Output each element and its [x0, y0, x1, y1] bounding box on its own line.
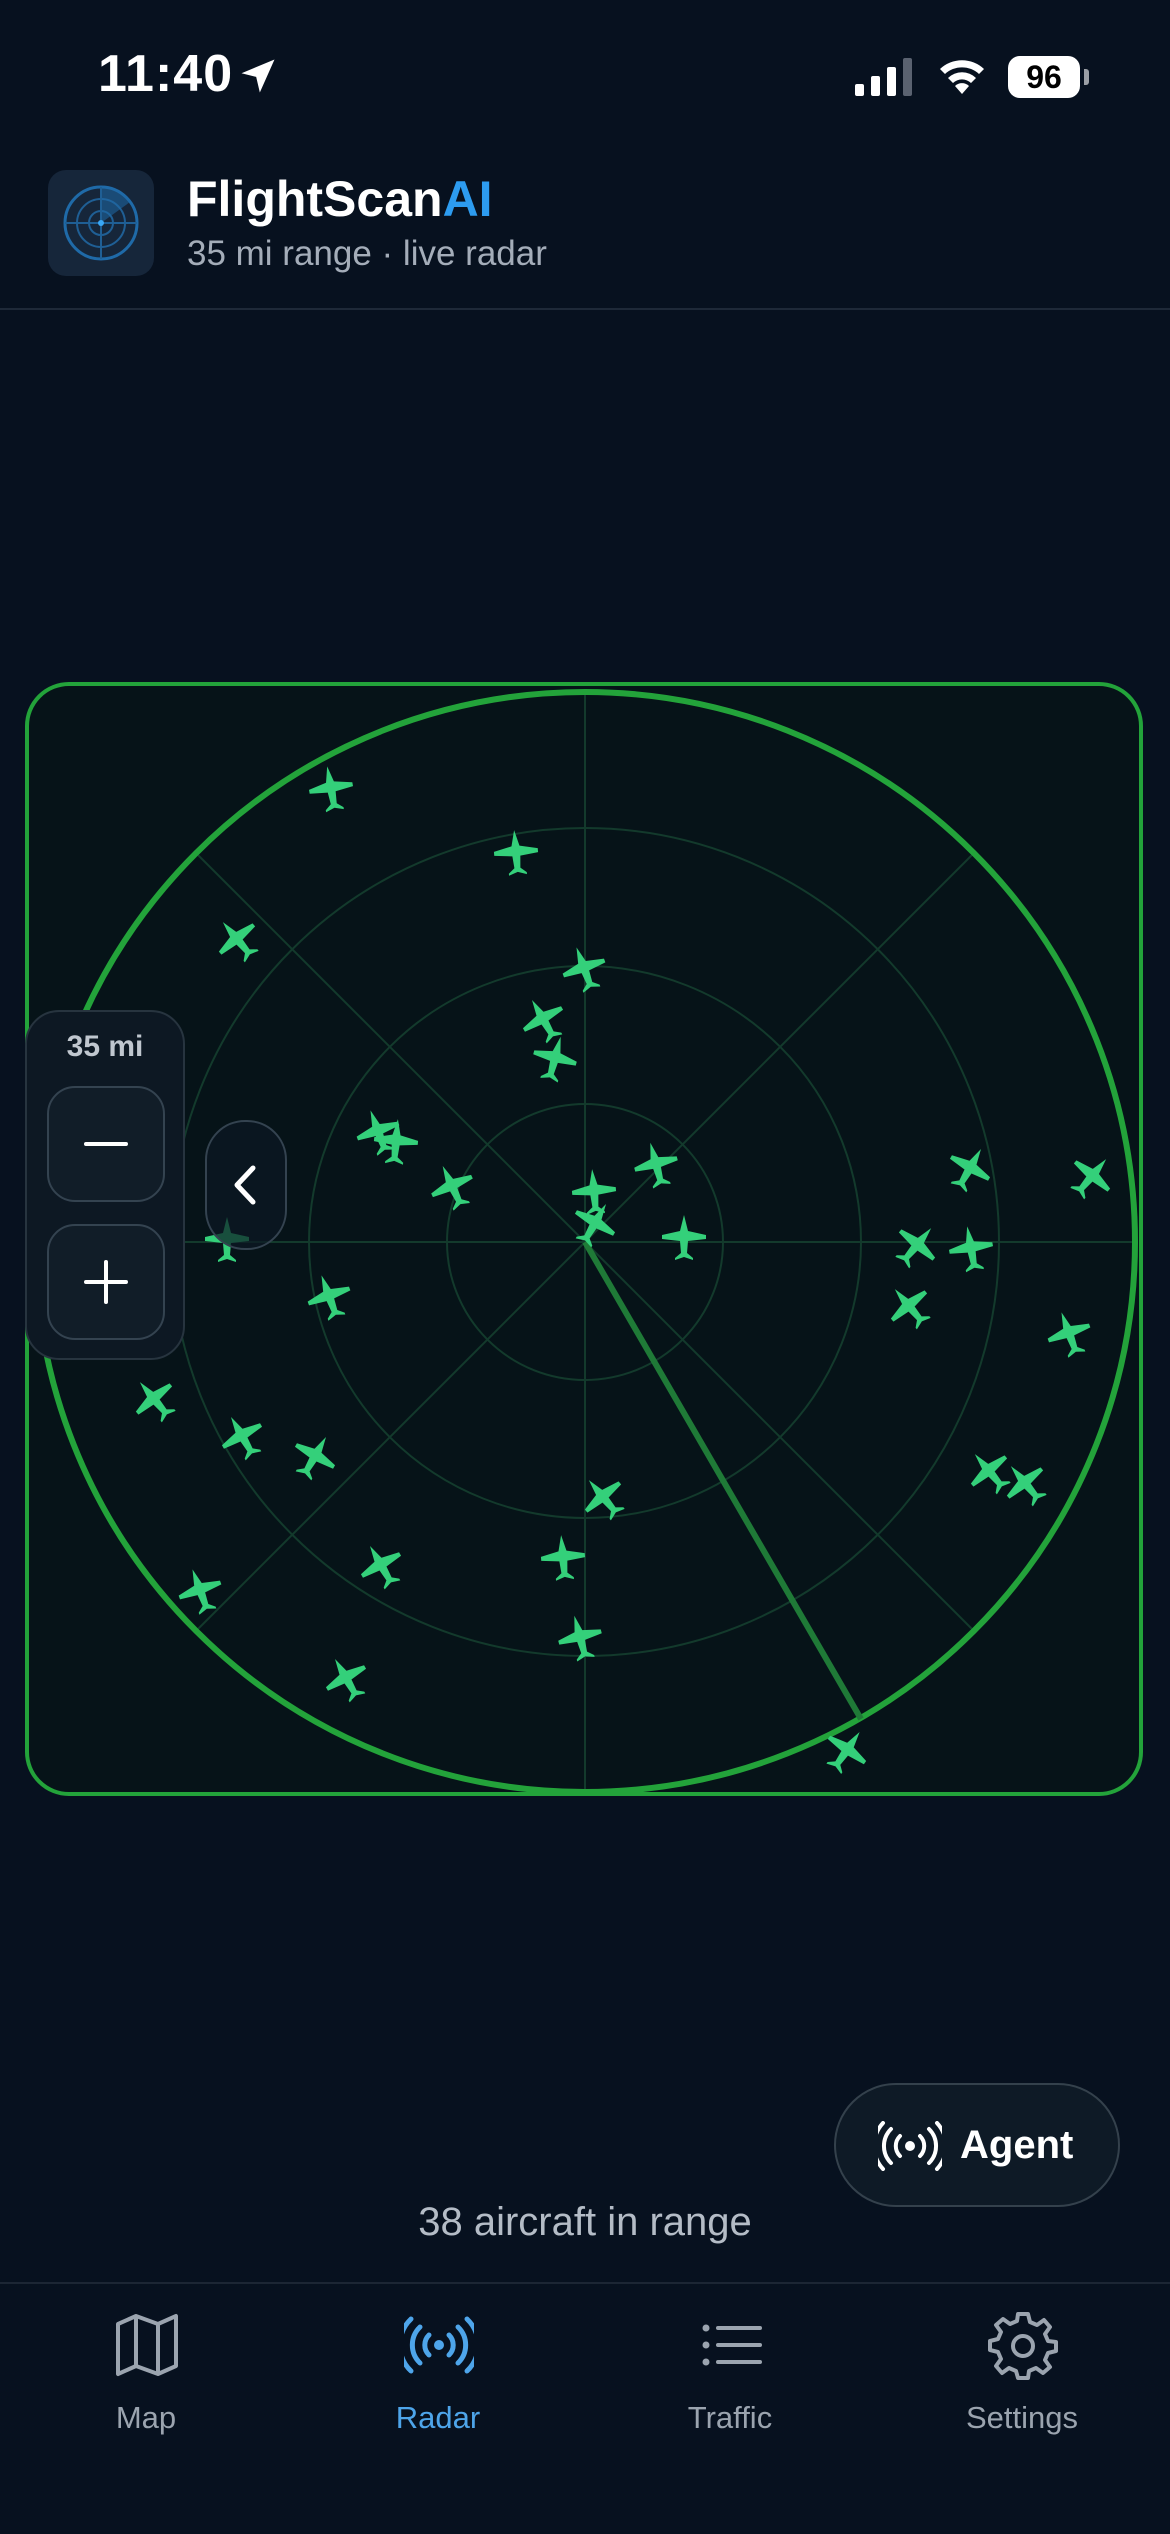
- app-subtitle: 35 mi range · live radar: [187, 234, 547, 273]
- tab-settings[interactable]: Settings: [876, 2304, 1168, 2444]
- battery-nub: [1084, 69, 1089, 85]
- battery-indicator: 96: [1008, 56, 1090, 98]
- aircraft-icon[interactable]: [939, 1138, 1000, 1199]
- zoom-in-button[interactable]: [47, 1224, 165, 1340]
- tab-traffic[interactable]: Traffic: [584, 2304, 876, 2444]
- aircraft-icon[interactable]: [946, 1223, 997, 1275]
- aircraft-icon[interactable]: [878, 1275, 941, 1338]
- aircraft-icon[interactable]: [1060, 1145, 1123, 1208]
- cellular-signal-icon: [855, 58, 912, 96]
- aircraft-icon[interactable]: [306, 763, 357, 815]
- app-title-accent: AI: [442, 171, 493, 227]
- aircraft-icon[interactable]: [570, 1167, 618, 1216]
- app-header: FlightScanAI 35 mi range · live radar: [0, 160, 1170, 310]
- radar-scope[interactable]: [29, 686, 1139, 1792]
- status-time: 11:40: [98, 45, 234, 103]
- collapse-panel-button[interactable]: [205, 1120, 287, 1250]
- aircraft-icon[interactable]: [629, 1137, 683, 1192]
- app-title-main: FlightScan: [187, 171, 443, 227]
- agent-button[interactable]: Agent: [834, 2083, 1120, 2207]
- tab-settings-label: Settings: [965, 2400, 1078, 2435]
- tab-bar: Map Radar Traffic Settings: [0, 2282, 1170, 2534]
- radar-display[interactable]: [25, 682, 1143, 1796]
- aircraft-icon[interactable]: [316, 1648, 377, 1709]
- aircraft-icon[interactable]: [885, 1214, 948, 1277]
- aircraft-icon[interactable]: [513, 989, 574, 1050]
- list-icon: [702, 2324, 762, 2366]
- tab-radar[interactable]: Radar: [292, 2304, 584, 2444]
- minus-icon: [84, 1142, 128, 1146]
- app-title: FlightScanAI: [187, 170, 493, 228]
- zoom-range-label: 35 mi: [66, 1030, 144, 1063]
- tab-map-label: Map: [115, 2400, 177, 2435]
- aircraft-icon[interactable]: [301, 1268, 358, 1325]
- broadcast-icon: [878, 2121, 942, 2171]
- wifi-icon: [940, 60, 984, 94]
- aircraft-icon[interactable]: [351, 1535, 412, 1596]
- zoom-out-button[interactable]: [47, 1086, 165, 1202]
- aircraft-icon[interactable]: [662, 1215, 706, 1260]
- tab-map[interactable]: Map: [0, 2304, 292, 2444]
- radar-logo-icon: [63, 185, 139, 261]
- map-icon: [116, 2314, 178, 2376]
- aircraft-count: 38 aircraft in range: [418, 2200, 752, 2244]
- aircraft-icon[interactable]: [123, 1368, 186, 1431]
- gear-icon: [988, 2312, 1058, 2380]
- radar-icon: [404, 2316, 474, 2374]
- radar-sweep-line: [582, 1240, 864, 1721]
- plus-icon: [84, 1260, 128, 1304]
- app-logo: [48, 170, 154, 276]
- status-bar: 11:40 96: [0, 0, 1170, 150]
- tab-traffic-label: Traffic: [687, 2400, 773, 2435]
- aircraft-icon[interactable]: [284, 1426, 345, 1487]
- aircraft-icon[interactable]: [528, 1031, 582, 1086]
- aircraft-icon[interactable]: [1041, 1305, 1098, 1362]
- chevron-left-icon: [234, 1165, 256, 1205]
- location-arrow-icon: [241, 59, 275, 93]
- zoom-panel: 35 mi: [25, 1010, 185, 1360]
- agent-label: Agent: [960, 2123, 1074, 2167]
- battery-level: 96: [1008, 56, 1080, 98]
- aircraft-icon[interactable]: [212, 1406, 273, 1467]
- aircraft-icon[interactable]: [539, 1533, 587, 1582]
- aircraft-icon[interactable]: [492, 828, 540, 877]
- tab-radar-label: Radar: [395, 2400, 481, 2435]
- aircraft-icon[interactable]: [572, 1466, 635, 1529]
